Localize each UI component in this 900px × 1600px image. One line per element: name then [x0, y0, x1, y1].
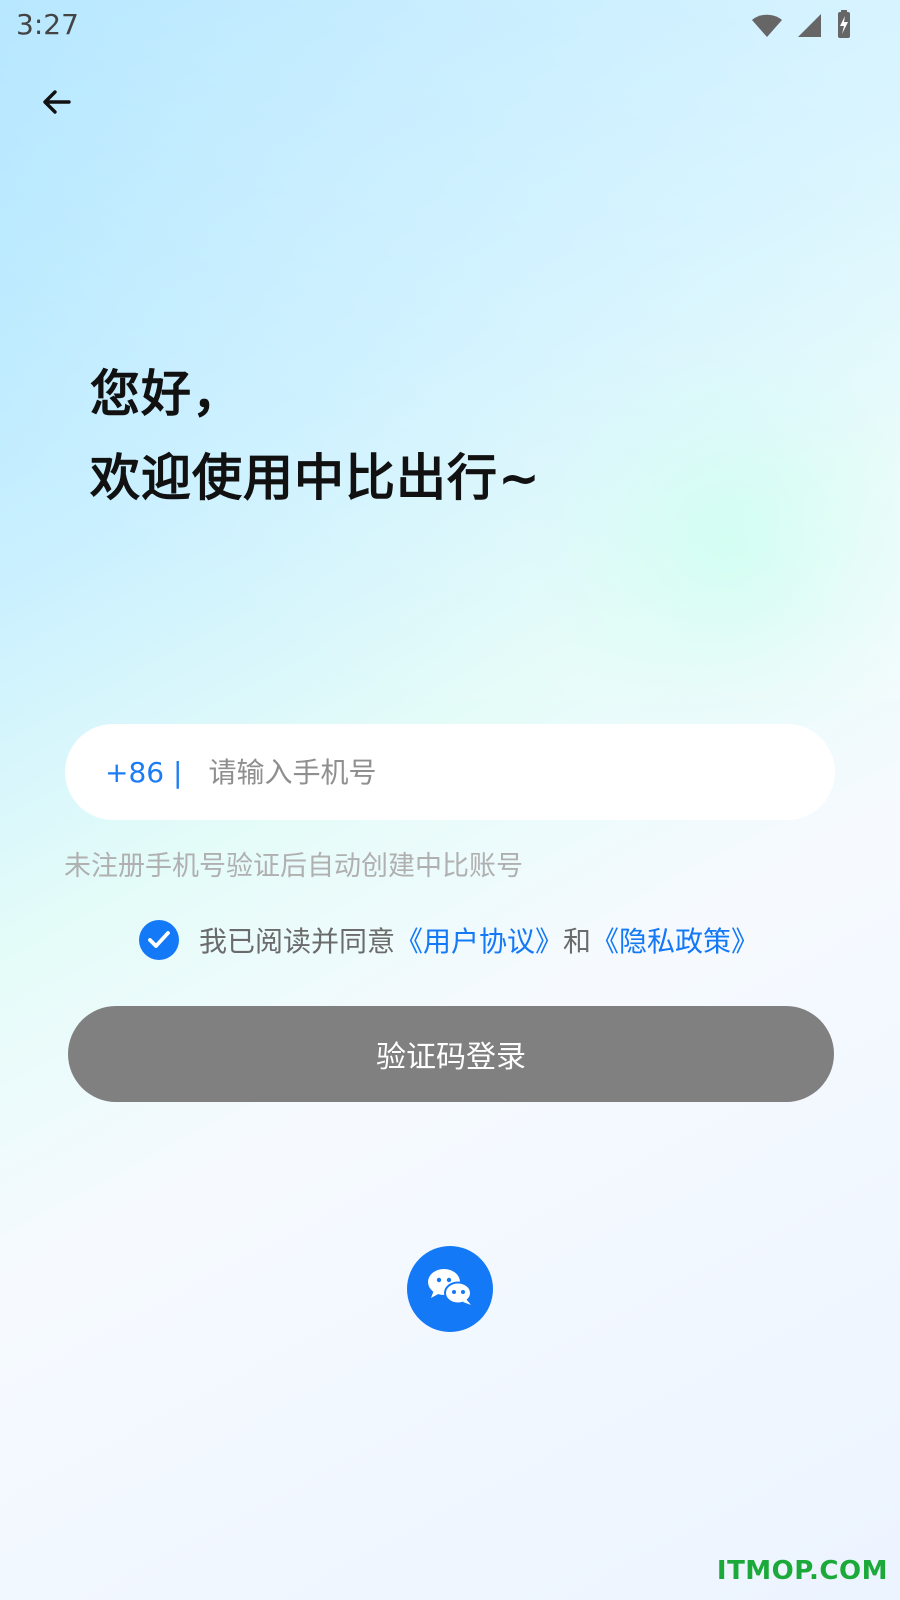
- privacy-policy-link[interactable]: 《隐私政策》: [591, 920, 759, 960]
- wechat-login-button[interactable]: [407, 1246, 493, 1332]
- welcome-title: 您好， 欢迎使用中比出行~: [90, 352, 541, 520]
- user-agreement-link[interactable]: 《用户协议》: [395, 920, 563, 960]
- agreement-prefix: 我已阅读并同意: [199, 925, 396, 958]
- status-bar: 3:27: [0, 0, 900, 48]
- status-icons: [750, 10, 854, 44]
- agreement-and: 和: [563, 925, 592, 958]
- wechat-icon: [423, 1265, 477, 1313]
- verification-login-button[interactable]: 验证码登录: [68, 1006, 834, 1102]
- agreement-row: 我已阅读并同意 《用户协议》 和 《隐私政策》: [139, 920, 759, 960]
- login-screen: 3:27 您好， 欢迎使用中比出行~ +86 | 请输入手机号 未注册手机号验证…: [0, 0, 900, 1600]
- auto-register-tip: 未注册手机号验证后自动创建中比账号: [64, 851, 523, 882]
- agreement-checkbox[interactable]: [139, 920, 179, 960]
- battery-charging-icon: [834, 10, 854, 44]
- watermark: ITMOP.COM: [716, 1556, 888, 1586]
- back-arrow-icon: [38, 84, 74, 124]
- signal-icon: [794, 10, 824, 44]
- checkmark-icon: [148, 931, 170, 948]
- welcome-line-1: 您好，: [90, 365, 243, 423]
- phone-input-container: +86 |: [65, 724, 835, 820]
- wifi-icon: [750, 10, 784, 44]
- country-code[interactable]: +86 |: [105, 756, 182, 789]
- back-button[interactable]: [30, 78, 82, 130]
- phone-input[interactable]: [206, 754, 771, 790]
- status-time: 3:27: [16, 8, 79, 41]
- welcome-line-2: 欢迎使用中比出行~: [90, 449, 541, 507]
